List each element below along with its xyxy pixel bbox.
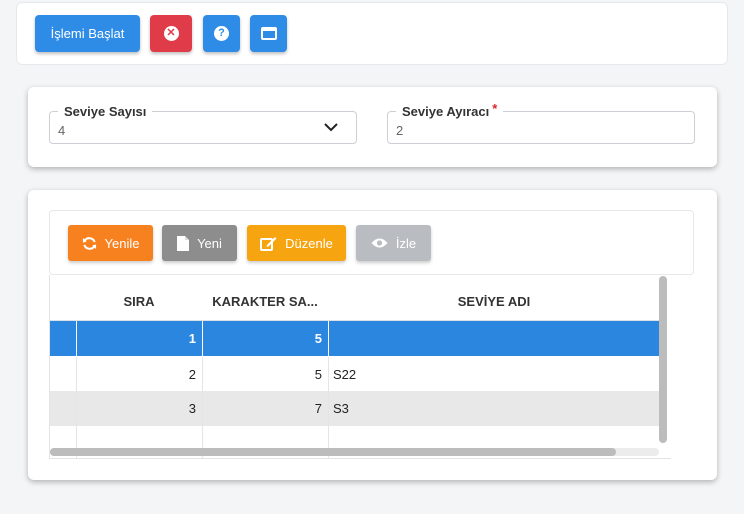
settings-form: Seviye Sayısı 4 Seviye Ayıracı * 2 (28, 87, 717, 167)
cell-karakter: 5 (202, 321, 328, 356)
table-row[interactable]: 1 5 (50, 321, 660, 356)
cell-sira: 2 (76, 357, 202, 391)
cell-seviye-adi: S3 (328, 391, 660, 426)
window-icon (260, 27, 277, 40)
row-selector[interactable] (50, 391, 76, 426)
level-count-select[interactable]: Seviye Sayısı 4 (49, 104, 357, 144)
level-separator-value: 2 (396, 123, 404, 138)
column-header-sira[interactable]: SIRA (76, 283, 202, 320)
watch-label: İzle (395, 235, 417, 251)
cell-seviye-adi: S22 (328, 357, 660, 391)
edit-icon (260, 236, 277, 251)
horizontal-scrollbar[interactable] (50, 448, 616, 456)
watch-button[interactable]: İzle (356, 225, 431, 261)
grid-header-row: SIRA KARAKTER SA... SEVİYE ADI (50, 283, 660, 321)
level-count-value: 4 (58, 123, 66, 138)
new-button[interactable]: Yeni (162, 225, 237, 261)
header-select-cell (50, 283, 76, 320)
file-icon (177, 235, 190, 251)
refresh-button[interactable]: Yenile (68, 225, 153, 261)
refresh-label: Yenile (104, 235, 140, 251)
level-separator-label: Seviye Ayıracı * (396, 101, 504, 119)
column-header-seviye-adi[interactable]: SEVİYE ADI (328, 283, 660, 320)
start-process-label: İşlemi Başlat (50, 26, 125, 41)
start-process-button[interactable]: İşlemi Başlat (35, 15, 140, 52)
new-label: Yeni (197, 235, 222, 251)
table-row[interactable]: 3 7 S3 (50, 391, 660, 426)
row-selector[interactable] (50, 357, 76, 391)
eye-icon (371, 238, 388, 248)
chevron-down-icon[interactable] (324, 120, 338, 134)
edit-button[interactable]: Düzenle (247, 225, 346, 261)
required-mark: * (492, 101, 498, 116)
grid-panel: Yenile Yeni Düzenle İzle SIRA KARAKTER S… (28, 190, 717, 480)
question-circle-icon: ? (214, 26, 229, 41)
window-button[interactable] (250, 15, 287, 52)
column-header-karakter[interactable]: KARAKTER SA... (202, 283, 328, 320)
table-row[interactable]: 2 5 S22 (50, 356, 660, 391)
cancel-button[interactable]: ✕ (150, 15, 192, 52)
row-selector[interactable] (50, 321, 76, 356)
vertical-scrollbar[interactable] (659, 276, 667, 443)
refresh-icon (82, 236, 96, 250)
level-count-label: Seviye Sayısı (58, 104, 153, 119)
cell-karakter: 7 (202, 391, 328, 426)
edit-label: Düzenle (285, 235, 333, 251)
grid-toolbar: Yenile Yeni Düzenle İzle (49, 210, 694, 275)
cell-karakter: 5 (202, 357, 328, 391)
data-grid: SIRA KARAKTER SA... SEVİYE ADI 1 5 2 5 S… (49, 275, 671, 459)
help-button[interactable]: ? (203, 15, 240, 52)
level-separator-field[interactable]: Seviye Ayıracı * 2 (387, 101, 695, 144)
x-circle-icon: ✕ (163, 26, 179, 41)
cell-sira: 1 (76, 321, 202, 356)
cell-seviye-adi (328, 321, 660, 356)
cell-sira: 3 (76, 391, 202, 426)
action-toolbar: İşlemi Başlat ✕ ? (16, 2, 728, 65)
